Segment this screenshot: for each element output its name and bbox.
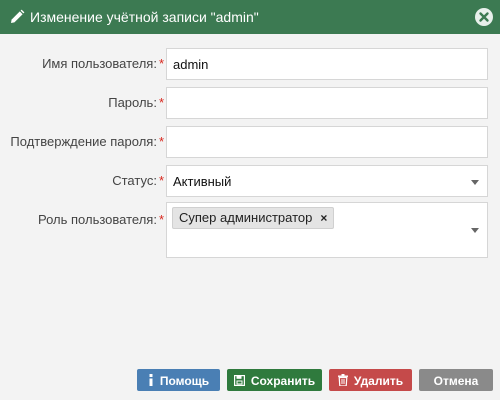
required-mark: *	[158, 212, 164, 227]
status-label-text: Статус:	[112, 173, 157, 188]
chevron-down-icon	[471, 180, 479, 185]
required-mark: *	[158, 134, 164, 149]
status-label: Статус: *	[0, 173, 164, 189]
password-confirm-label: Подтверждение пароля: *	[0, 134, 164, 150]
role-label: Роль пользователя: *	[0, 212, 164, 228]
close-icon[interactable]	[475, 8, 493, 26]
dialog-titlebar: Изменение учётной записи "admin"	[0, 0, 500, 34]
username-input[interactable]	[166, 48, 488, 80]
password-label-text: Пароль:	[108, 95, 157, 110]
remove-tag-icon[interactable]: ×	[320, 211, 327, 225]
info-icon	[148, 371, 154, 393]
help-button-label: Помощь	[159, 374, 210, 388]
password-confirm-input[interactable]	[166, 126, 488, 158]
delete-button[interactable]: Удалить	[329, 369, 412, 391]
role-multiselect[interactable]: Супер администратор ×	[166, 202, 488, 258]
trash-icon	[337, 371, 348, 393]
save-button-label: Сохранить	[250, 374, 316, 388]
password-label: Пароль: *	[0, 95, 164, 111]
username-label: Имя пользователя: *	[0, 56, 164, 72]
required-mark: *	[158, 95, 164, 110]
role-tag: Супер администратор ×	[172, 207, 335, 229]
password-confirm-label-text: Подтверждение пароля:	[10, 134, 157, 149]
cancel-button-label: Отмена	[433, 374, 479, 388]
floppy-disk-icon	[233, 371, 245, 393]
cancel-button[interactable]: Отмена	[419, 369, 493, 391]
dialog-title: Изменение учётной записи "admin"	[30, 9, 259, 25]
password-input[interactable]	[166, 87, 488, 119]
status-select-value: Активный	[173, 174, 232, 189]
delete-button-label: Удалить	[353, 374, 404, 388]
help-button[interactable]: Помощь	[137, 369, 220, 391]
status-select[interactable]: Активный	[166, 165, 488, 197]
username-label-text: Имя пользователя:	[42, 56, 157, 71]
required-mark: *	[158, 173, 164, 188]
save-button[interactable]: Сохранить	[227, 369, 322, 391]
pencil-icon	[9, 9, 25, 25]
chevron-down-icon[interactable]	[471, 228, 479, 233]
required-mark: *	[158, 56, 164, 71]
role-tag-label: Супер администратор	[179, 210, 313, 225]
role-label-text: Роль пользователя:	[37, 212, 157, 227]
